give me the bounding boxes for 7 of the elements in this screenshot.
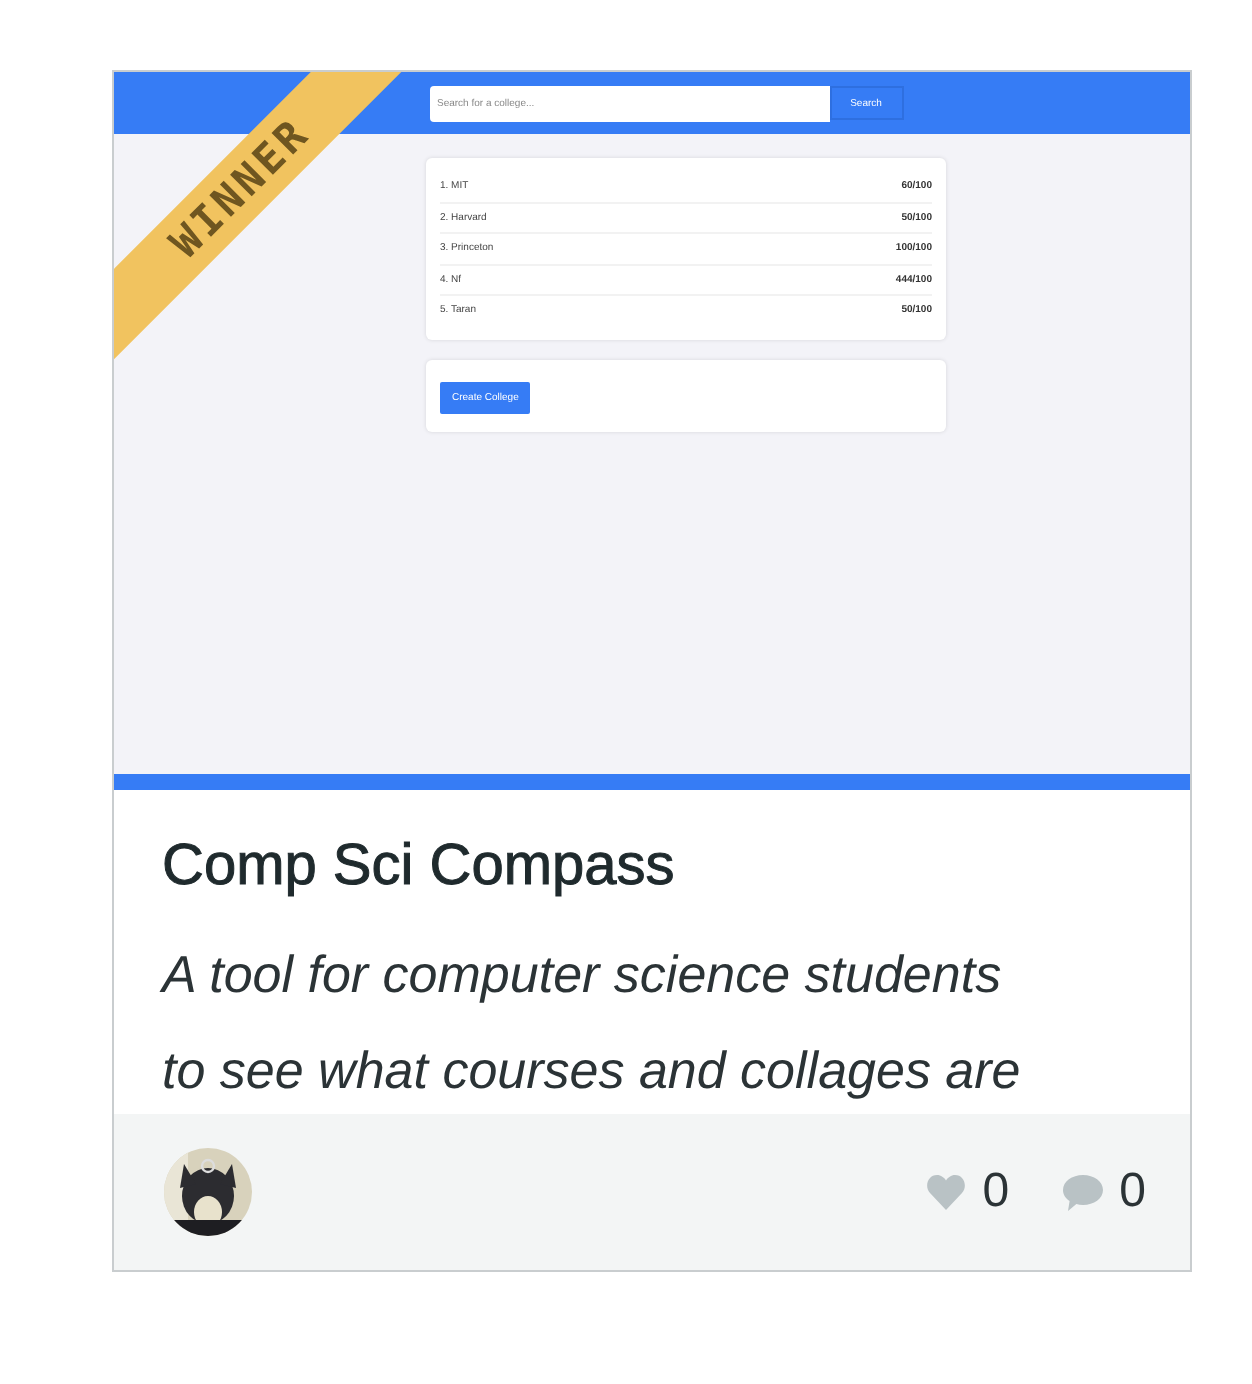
heart-icon[interactable] bbox=[926, 1174, 967, 1210]
comment-count: 0 bbox=[1119, 1164, 1146, 1220]
project-card[interactable] bbox=[112, 70, 1192, 1272]
like-count: 0 bbox=[982, 1164, 1010, 1220]
project-description: A tool for computer science students to see what courses and collages are bbox=[162, 942, 1023, 1104]
comment-icon[interactable] bbox=[1061, 1173, 1104, 1211]
project-title: Comp Sci Compass bbox=[162, 832, 677, 902]
